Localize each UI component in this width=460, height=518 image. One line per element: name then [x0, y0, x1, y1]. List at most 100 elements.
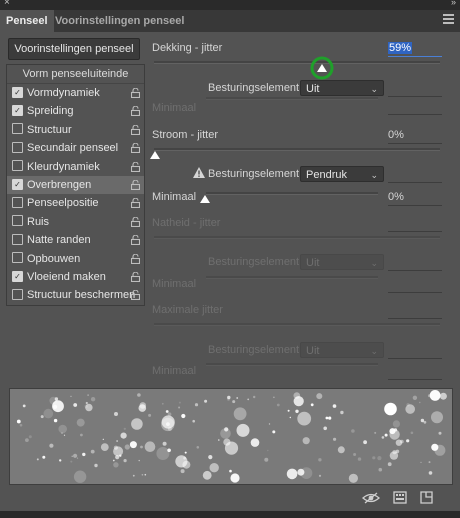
checkbox[interactable] [12, 233, 23, 245]
tab-brush[interactable]: Penseel [0, 10, 54, 32]
lock-icon[interactable] [131, 161, 140, 172]
wetness-control-select: Uit ⌄ [300, 254, 384, 270]
chevron-down-icon: ⌄ [370, 170, 378, 180]
checkbox[interactable] [12, 252, 23, 264]
lock-icon[interactable] [131, 235, 140, 246]
tab-bar: Penseel Voorinstellingen penseel [0, 10, 460, 32]
mix-control-select: Uit ⌄ [300, 342, 384, 358]
flow-jitter-value[interactable]: 0% [388, 127, 442, 144]
brush-setting-label: Overbrengen [27, 178, 92, 191]
collapse-icon[interactable]: » [451, 0, 456, 7]
opacity-jitter-value[interactable]: 59% [388, 40, 442, 57]
wetness-jitter-slider [154, 236, 440, 239]
brush-setting-label: Vormdynamiek [27, 87, 100, 99]
brush-presets-button[interactable]: Voorinstellingen penseel [8, 38, 140, 60]
brush-stroke-preview [9, 388, 453, 485]
flow-minimum-label: Minimaal [152, 191, 197, 203]
opacity-minimum-slider [206, 97, 378, 100]
checkbox[interactable] [12, 141, 23, 153]
checkbox[interactable]: ✓ [12, 270, 23, 282]
flow-minimum-value[interactable]: 0% [388, 189, 442, 206]
opacity-control-select[interactable]: Uit ⌄ [300, 80, 384, 96]
transfer-settings: Dekking - jitter 59% Besturingselement: … [150, 32, 452, 382]
opacity-jitter-thumb[interactable] [310, 56, 334, 80]
lock-icon[interactable] [131, 179, 140, 190]
flow-control-value-field [388, 166, 442, 183]
brush-setting-item[interactable]: Structuur beschermen [7, 286, 144, 304]
brush-setting-item[interactable]: ✓ Overbrengen [7, 175, 144, 195]
brush-setting-item[interactable]: Kleurdynamiek [7, 158, 144, 176]
brush-settings-list: Vorm penseeluiteinde ✓ Vormdynamiek ✓ Sprei… [6, 64, 145, 306]
lock-icon[interactable] [131, 143, 140, 154]
brush-setting-label: Secundair penseel [27, 142, 119, 155]
opacity-minimum-value [388, 98, 442, 115]
close-icon[interactable]: × [4, 0, 10, 9]
brush-setting-item[interactable]: ✓ Vormdynamiek [7, 84, 144, 102]
wetness-jitter-label: Natheid - jitter [152, 217, 221, 229]
checkbox[interactable]: ✓ [12, 86, 23, 98]
opacity-jitter-label: Dekking - jitter [152, 42, 223, 54]
lock-icon[interactable] [131, 124, 140, 135]
mix-control-label: Besturingselement: [208, 344, 303, 356]
checkbox[interactable]: ✓ [12, 104, 23, 116]
checkbox[interactable] [12, 160, 23, 172]
brush-tip-shape-item[interactable]: Vorm penseeluiteinde [7, 65, 144, 84]
toggle-live-tip-preview-icon[interactable] [362, 491, 380, 505]
checkbox[interactable] [12, 288, 23, 300]
mix-minimum-label: Minimaal [152, 365, 197, 377]
new-brush-icon[interactable] [420, 491, 433, 504]
lock-icon[interactable] [131, 216, 140, 227]
opacity-control-value-field [388, 80, 442, 97]
brush-setting-item[interactable]: Natte randen [7, 231, 144, 249]
lock-icon[interactable] [131, 253, 140, 264]
wetness-control-label: Besturingselement: [208, 256, 303, 268]
flow-control-select[interactable]: Pendruk ⌄ [300, 166, 384, 182]
brush-setting-item[interactable]: Opbouwen [7, 250, 144, 268]
flow-jitter-label: Stroom - jitter [152, 129, 219, 141]
brush-setting-label: Kleurdynamiek [27, 160, 100, 173]
mix-control-value-field [388, 342, 442, 359]
brush-setting-label: Natte randen [27, 234, 91, 247]
flow-minimum-thumb[interactable] [200, 195, 210, 203]
flow-control-label: Besturingselement: [208, 168, 303, 180]
opacity-control-label: Besturingselement: [208, 82, 303, 94]
brush-setting-item[interactable]: ✓ Spreiding [7, 102, 144, 120]
panel-bottom-edge [0, 511, 460, 518]
brush-setting-item[interactable]: Ruis [7, 213, 144, 231]
brush-setting-label: Penseelpositie [27, 197, 99, 210]
chevron-down-icon: ⌄ [370, 84, 378, 94]
checkbox[interactable] [12, 196, 23, 208]
mix-jitter-slider [154, 323, 440, 326]
panel-bottom-toolbar [0, 487, 460, 509]
brush-setting-item[interactable]: Structuur [7, 121, 144, 139]
lock-icon[interactable] [131, 106, 140, 117]
lock-icon[interactable] [131, 88, 140, 98]
mix-jitter-label: Maximale jitter [152, 304, 223, 316]
opacity-jitter-slider[interactable] [154, 61, 440, 64]
brush-stroke-preview-image [16, 390, 447, 483]
brush-setting-item[interactable]: Penseelpositie [7, 194, 144, 212]
checkbox[interactable] [12, 123, 23, 135]
flow-minimum-slider[interactable] [206, 192, 378, 195]
wetness-jitter-value [388, 215, 442, 232]
checkbox[interactable] [12, 215, 23, 227]
flow-jitter-thumb[interactable] [150, 151, 160, 159]
brush-setting-label: Opbouwen [27, 252, 81, 265]
brush-setting-item[interactable]: Secundair penseel [7, 139, 144, 157]
lock-icon[interactable] [131, 271, 140, 282]
brush-setting-label: Vloeiend maken [27, 270, 106, 283]
opacity-minimum-label: Minimaal [152, 102, 197, 114]
mix-minimum-slider [206, 363, 378, 366]
brush-setting-item[interactable]: ✓ Vloeiend maken [7, 268, 144, 286]
warning-icon [193, 167, 205, 178]
checkbox[interactable]: ✓ [12, 178, 23, 190]
brush-setting-label: Spreiding [27, 105, 74, 118]
window-titlebar: × » [0, 0, 460, 10]
panel-menu-icon[interactable] [443, 14, 454, 26]
brush-grid-icon[interactable] [393, 491, 407, 504]
flow-jitter-slider[interactable] [154, 148, 440, 151]
wetness-minimum-slider [206, 276, 378, 279]
tab-brush-presets[interactable]: Voorinstellingen penseel [49, 10, 190, 32]
lock-icon[interactable] [131, 290, 140, 301]
lock-icon[interactable] [131, 198, 140, 209]
